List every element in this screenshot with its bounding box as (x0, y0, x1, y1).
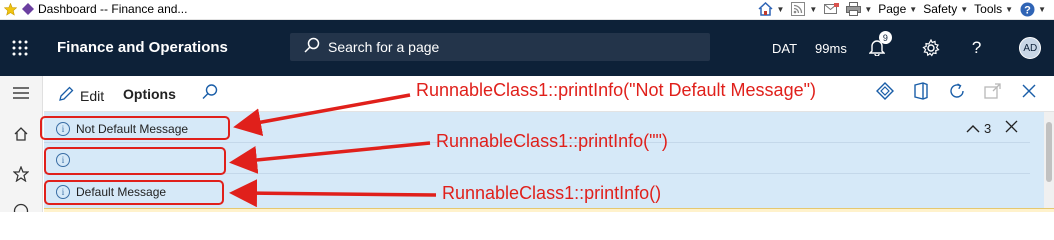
edit-button[interactable]: Edit (58, 86, 104, 105)
rss-feed-icon (790, 1, 806, 17)
chevron-down-icon[interactable]: ▼ (776, 5, 784, 14)
print-button[interactable]: ▼ (845, 1, 872, 17)
search-icon (304, 37, 320, 58)
open-new-window-icon[interactable] (984, 82, 1002, 100)
feeds-button[interactable]: ▼ (790, 1, 817, 17)
power-apps-diamond-icon[interactable] (876, 82, 894, 100)
options-tab[interactable]: Options (123, 86, 176, 102)
chevron-down-icon: ▼ (909, 4, 918, 14)
home-icon[interactable] (12, 125, 30, 143)
annotation-label: RunnableClass1::printInfo("") (436, 131, 668, 151)
app-launcher-icon[interactable] (12, 40, 28, 56)
edit-label: Edit (80, 87, 105, 104)
notifications-button[interactable]: 9 (868, 31, 892, 59)
mail-icon[interactable] (823, 1, 839, 17)
action-pane-right (876, 82, 1038, 100)
printer-icon (845, 1, 861, 17)
app-navbar: Finance and Operations Search for a page… (0, 20, 1054, 76)
annotation-label: RunnableClass1::printInfo("Not Default M… (416, 80, 816, 100)
search-icon[interactable] (201, 83, 219, 101)
warning-strip (44, 208, 1054, 212)
chevron-down-icon[interactable]: ▼ (809, 5, 817, 14)
tools-menu-label: Tools (974, 2, 1003, 16)
site-diamond-icon (21, 3, 34, 16)
search-placeholder: Search for a page (328, 39, 440, 55)
scrollbar-thumb[interactable] (1046, 122, 1052, 182)
help-button[interactable]: ? (972, 38, 981, 58)
browser-tab[interactable]: Dashboard -- Finance and... (4, 2, 187, 16)
close-icon[interactable] (1005, 120, 1018, 136)
left-nav-rail (0, 76, 43, 212)
chevron-down-icon: ▼ (1005, 4, 1014, 14)
safety-menu-label: Safety (923, 2, 958, 16)
recent-clock-icon[interactable] (12, 202, 30, 212)
chevron-up-icon (966, 121, 980, 136)
app-title[interactable]: Finance and Operations (57, 39, 228, 56)
refresh-icon[interactable] (948, 82, 966, 100)
browser-tab-title: Dashboard -- Finance and... (38, 2, 188, 16)
chevron-down-icon: ▼ (960, 4, 969, 14)
home-icon (757, 1, 773, 17)
tools-menu[interactable]: Tools ▼ (974, 2, 1013, 16)
notification-count-badge: 9 (878, 31, 892, 44)
gear-icon[interactable] (922, 38, 940, 57)
chevron-down-icon: ▼ (1038, 4, 1046, 14)
page: Dashboard -- Finance and... ▼ ▼ ▼ Page ▼… (0, 0, 1054, 212)
search-box[interactable]: Search for a page (290, 33, 710, 61)
office-icon[interactable] (912, 82, 930, 100)
annotation-highlight-box (44, 147, 226, 175)
favorites-star-icon[interactable] (12, 165, 30, 183)
svg-text:?: ? (1024, 4, 1031, 16)
browser-toolbar: Dashboard -- Finance and... ▼ ▼ ▼ Page ▼… (0, 0, 1054, 20)
message-bar-tools: 3 (966, 120, 1018, 136)
page-menu-label: Page (878, 2, 907, 16)
collapse-messages-button[interactable]: 3 (966, 121, 991, 136)
pencil-icon (58, 86, 74, 105)
avatar[interactable]: AD (1019, 37, 1042, 59)
message-scrollbar[interactable] (1044, 112, 1054, 208)
company-picker[interactable]: DAT (772, 41, 797, 56)
navbar-right: DAT 99ms 9 ? AD (772, 20, 1042, 76)
annotation-highlight-box (40, 116, 230, 140)
browser-help-button[interactable]: ? ▼ (1019, 1, 1046, 17)
close-icon[interactable] (1020, 82, 1038, 100)
annotation-label: RunnableClass1::printInfo() (442, 183, 662, 203)
timing-readout: 99ms (815, 40, 847, 56)
page-menu[interactable]: Page ▼ (878, 2, 917, 16)
help-circle-icon: ? (1019, 1, 1035, 17)
annotation-highlight-box (44, 180, 224, 205)
favorites-star-icon[interactable] (4, 2, 17, 16)
chevron-down-icon[interactable]: ▼ (864, 5, 872, 14)
message-count: 3 (984, 120, 992, 136)
bell-icon (868, 40, 886, 59)
hamburger-menu-icon[interactable] (12, 84, 30, 102)
safety-menu[interactable]: Safety ▼ (923, 2, 968, 16)
browser-command-bar: ▼ ▼ ▼ Page ▼ Safety ▼ Tools ▼ ? ▼ (757, 1, 1046, 17)
home-button[interactable]: ▼ (757, 1, 784, 17)
